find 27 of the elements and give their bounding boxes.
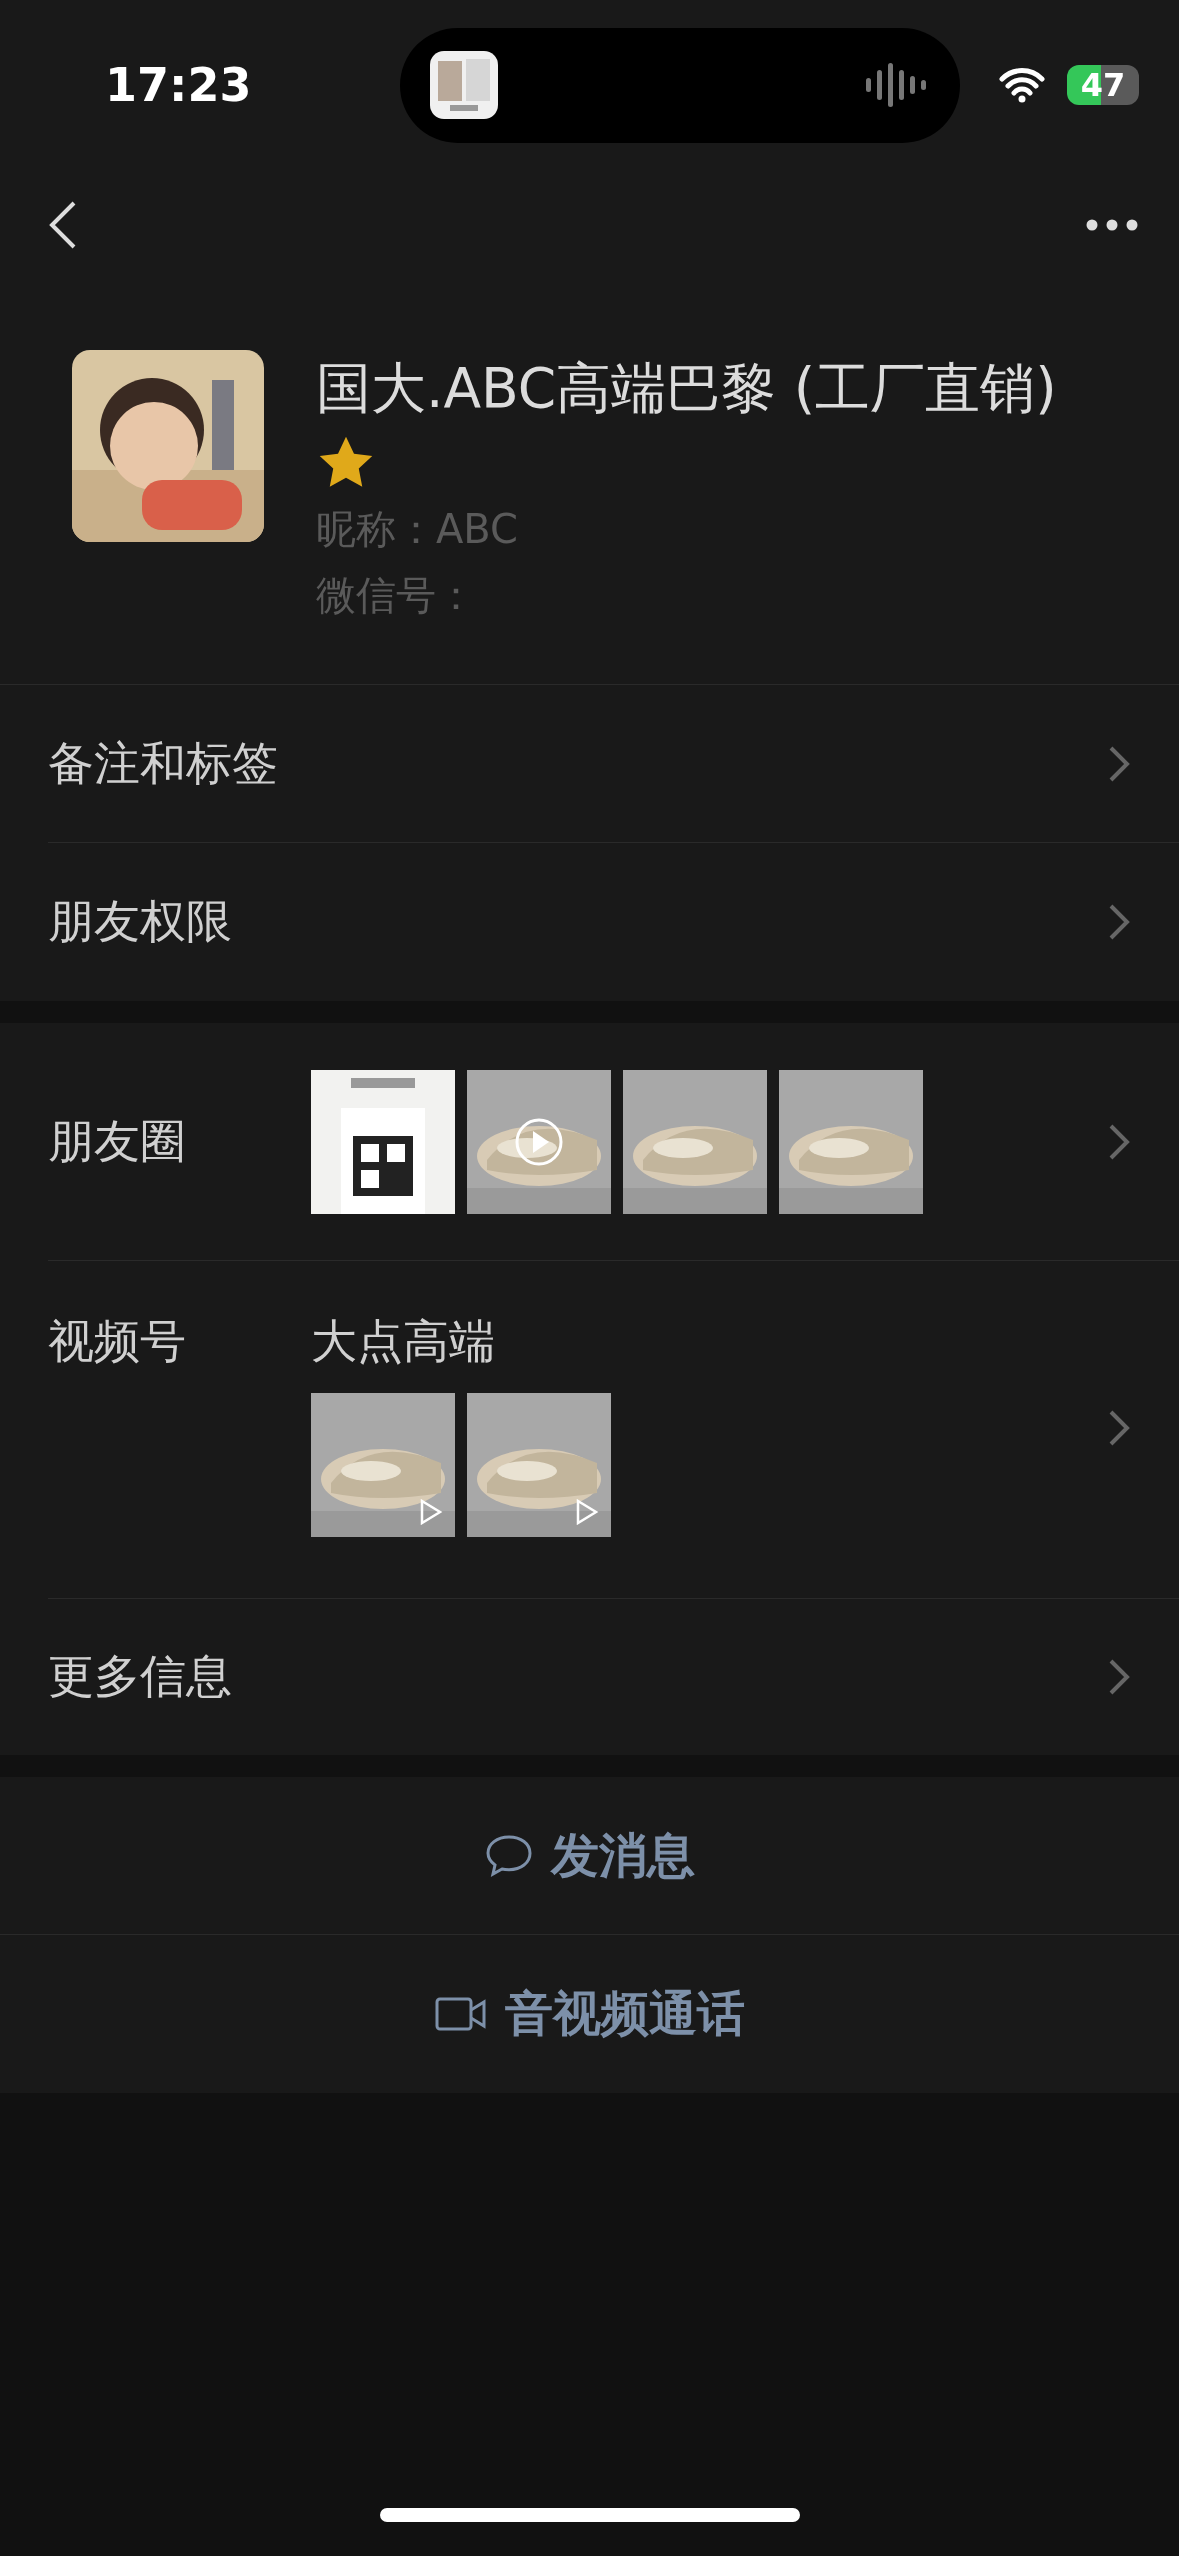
row-label: 视频号	[48, 1313, 187, 1370]
wifi-icon	[999, 67, 1045, 103]
status-time: 17:23	[105, 58, 253, 112]
channels-row[interactable]: 视频号 大点高端	[48, 1261, 1179, 1599]
play-icon	[514, 1116, 564, 1167]
nickname: 昵称：ABC	[316, 505, 520, 554]
settings-row[interactable]: 备注和标签	[48, 685, 1179, 843]
wechat-id: 微信号：	[316, 571, 477, 620]
moments-row[interactable]: 朋友圈	[48, 1023, 1179, 1261]
row-label: 备注和标签	[48, 734, 279, 792]
play-icon	[575, 1499, 599, 1525]
chevron-icon	[1107, 1657, 1131, 1697]
chat-bubble-icon	[484, 1833, 533, 1878]
call-button[interactable]: 音视频通话	[0, 1935, 1179, 2093]
row-label: 朋友权限	[48, 893, 233, 950]
channel-name: 大点高端	[311, 1313, 496, 1370]
back-icon[interactable]	[48, 200, 78, 250]
message-button[interactable]: 发消息	[0, 1777, 1179, 1935]
more-info-row[interactable]: 更多信息	[48, 1599, 1179, 1755]
video-camera-icon	[434, 1997, 487, 2031]
contact-name: 国大.ABC高端巴黎 (工厂直销)	[316, 355, 1057, 422]
more-icon[interactable]	[1085, 218, 1139, 232]
row-label: 朋友圈	[48, 1112, 187, 1170]
row-label: 更多信息	[48, 1648, 233, 1705]
play-icon	[419, 1499, 443, 1525]
chevron-icon	[1107, 902, 1131, 942]
settings-row[interactable]: 朋友权限	[48, 843, 1179, 1001]
